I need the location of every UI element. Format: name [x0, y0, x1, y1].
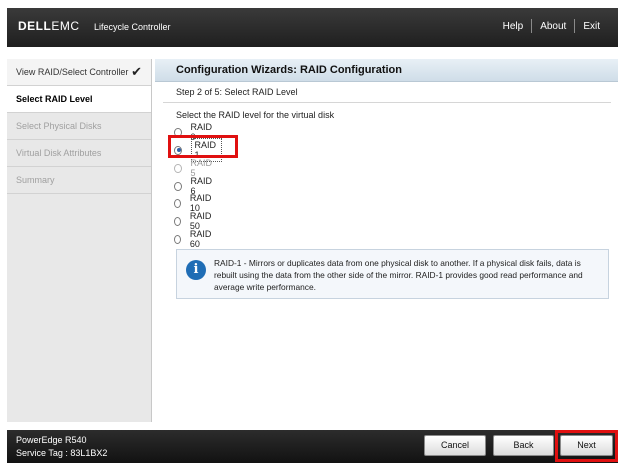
raid-option-raid-6[interactable]: RAID 6 — [174, 176, 214, 196]
back-button[interactable]: Back — [493, 435, 554, 456]
next-highlight-box — [555, 430, 618, 462]
radio-button[interactable] — [174, 198, 181, 208]
step-indicator: Step 2 of 5: Select RAID Level — [176, 87, 298, 97]
lifecycle-controller-window: DELLEMC Lifecycle Controller Help About … — [0, 0, 625, 467]
service-tag: Service Tag : 83L1BX2 — [16, 448, 108, 458]
radio-button[interactable] — [174, 181, 182, 191]
raid-option-raid-50[interactable]: RAID 50 — [174, 211, 214, 231]
raid-option-label: RAID 10 — [189, 193, 212, 213]
server-model: PowerEdge R540 — [16, 435, 87, 445]
raid-option-raid-60[interactable]: RAID 60 — [174, 229, 214, 249]
sidebar-item-summary: Summary — [7, 167, 151, 194]
raid-option-label: RAID 60 — [189, 229, 212, 249]
raid-option-label: RAID 5 — [190, 158, 213, 178]
page-title: Configuration Wizards: RAID Configuratio… — [155, 59, 618, 82]
logo-emc-text: EMC — [51, 19, 80, 33]
cancel-button[interactable]: Cancel — [424, 435, 486, 456]
sidebar-item-select-physical-disks: Select Physical Disks — [7, 113, 151, 140]
bottom-footer: PowerEdge R540 Service Tag : 83L1BX2 Can… — [7, 430, 618, 463]
radio-button[interactable] — [174, 216, 181, 226]
help-link[interactable]: Help — [495, 21, 532, 32]
sidebar-item-label: Virtual Disk Attributes — [16, 148, 102, 158]
product-name: Lifecycle Controller — [94, 22, 171, 32]
raid-option-raid-5: RAID 5 — [174, 158, 214, 178]
about-link[interactable]: About — [532, 21, 574, 32]
logo-dell-text: DELL — [18, 19, 52, 33]
sidebar-item-select-raid-level[interactable]: Select RAID Level — [7, 86, 151, 113]
raid-option-raid-10[interactable]: RAID 10 — [174, 193, 214, 213]
sidebar-item-view-raid-select-controller[interactable]: View RAID/Select Controller ✔ — [7, 59, 151, 86]
info-icon: i — [186, 260, 206, 280]
radio-button — [174, 163, 182, 173]
sidebar-item-label: Summary — [16, 175, 55, 185]
sidebar-item-virtual-disk-attributes: Virtual Disk Attributes — [7, 140, 151, 167]
wizard-steps-sidebar: View RAID/Select Controller ✔ Select RAI… — [7, 59, 152, 422]
raid-1-highlight-box — [168, 135, 238, 158]
divider — [163, 102, 611, 103]
sidebar-item-label: Select RAID Level — [16, 94, 93, 104]
top-header: DELLEMC Lifecycle Controller Help About … — [7, 8, 618, 47]
sidebar-item-label: Select Physical Disks — [16, 121, 102, 131]
raid-description-text: RAID-1 - Mirrors or duplicates data from… — [214, 258, 583, 292]
main-panel: Configuration Wizards: RAID Configuratio… — [155, 59, 618, 422]
dell-emc-logo: DELLEMC — [18, 19, 80, 33]
checkmark-icon: ✔ — [131, 64, 142, 79]
raid-level-prompt: Select the RAID level for the virtual di… — [176, 110, 335, 120]
exit-link[interactable]: Exit — [575, 21, 608, 32]
raid-option-label: RAID 50 — [189, 211, 212, 231]
raid-description-box: i RAID-1 - Mirrors or duplicates data fr… — [176, 249, 609, 299]
sidebar-item-label: View RAID/Select Controller — [16, 67, 129, 77]
radio-button[interactable] — [174, 234, 181, 244]
top-nav: Help About Exit — [495, 19, 608, 33]
